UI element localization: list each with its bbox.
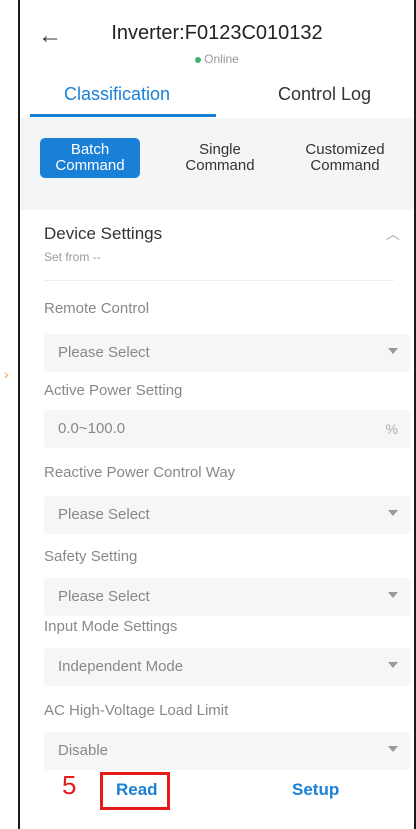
segment-batch-line2: Command <box>55 157 125 174</box>
card-subtitle: Set from -- <box>44 250 101 264</box>
segment-batch-line1: Batch <box>70 141 110 158</box>
section-gap <box>20 198 414 210</box>
input-mode-label: Input Mode Settings <box>44 618 178 635</box>
ac-high-voltage-label: AC High-Voltage Load Limit <box>44 702 229 719</box>
ac-high-voltage-value: Disable <box>58 742 109 759</box>
segment-customized-line2: Command <box>310 157 380 174</box>
command-type-selector: Batch Command Single Command Customized Com… <box>20 118 414 198</box>
chevron-up-icon[interactable]: ︿ <box>386 224 400 244</box>
segment-single-line2: Command <box>185 157 255 174</box>
segment-single-line1: Single <box>199 141 241 158</box>
online-dot-icon <box>195 56 202 63</box>
percent-unit: % <box>385 421 398 437</box>
safety-setting-select[interactable]: Please Select <box>44 578 410 616</box>
tab-classification[interactable]: Classification <box>64 84 170 105</box>
remote-control-value: Please Select <box>58 344 150 361</box>
input-mode-select[interactable]: Independent Mode <box>44 648 410 686</box>
segment-customized-line1: Customized <box>305 141 385 158</box>
active-tab-indicator <box>30 114 216 117</box>
device-settings-card: Device Settings Set from -- ︿ Remote Con… <box>20 210 414 770</box>
dropdown-caret-icon <box>388 746 398 752</box>
card-title: Device Settings <box>44 224 163 243</box>
tab-bar: Classification Control Log <box>20 78 414 118</box>
reactive-power-select[interactable]: Please Select <box>44 496 410 534</box>
reactive-power-label: Reactive Power Control Way <box>44 464 236 481</box>
dropdown-caret-icon <box>388 510 398 516</box>
safety-setting-value: Please Select <box>58 588 150 605</box>
remote-control-label: Remote Control <box>44 300 150 317</box>
segment-single-command[interactable]: Single Command <box>180 138 260 178</box>
remote-control-select[interactable]: Please Select <box>44 334 410 372</box>
segment-customized-command[interactable]: Customized Command <box>290 138 400 178</box>
active-power-label: Active Power Setting <box>44 382 183 399</box>
step-number-annotation: 5 <box>62 770 77 800</box>
input-mode-value: Independent Mode <box>58 658 184 675</box>
dropdown-caret-icon <box>388 592 398 598</box>
action-bar: 5 Read Setup <box>20 770 414 829</box>
setup-button[interactable]: Setup <box>292 780 339 800</box>
side-marker: › <box>4 366 9 382</box>
segment-batch-command[interactable]: Batch Command <box>40 138 140 178</box>
page-header: ← Inverter:F0123C010132 Online <box>20 0 414 70</box>
ac-high-voltage-select[interactable]: Disable <box>44 732 410 770</box>
safety-setting-label: Safety Setting <box>44 548 138 565</box>
active-power-input[interactable]: 0.0~100.0 % <box>44 410 410 448</box>
reactive-power-value: Please Select <box>58 506 150 523</box>
read-button[interactable]: Read <box>116 780 158 800</box>
active-power-placeholder: 0.0~100.0 <box>58 420 126 437</box>
tab-control-log[interactable]: Control Log <box>278 84 371 105</box>
page-title: Inverter:F0123C010132 <box>111 22 323 44</box>
dropdown-caret-icon <box>388 348 398 354</box>
dropdown-caret-icon <box>388 662 398 668</box>
divider <box>44 280 394 281</box>
status-indicator: Online <box>20 52 414 66</box>
status-text: Online <box>204 52 239 66</box>
